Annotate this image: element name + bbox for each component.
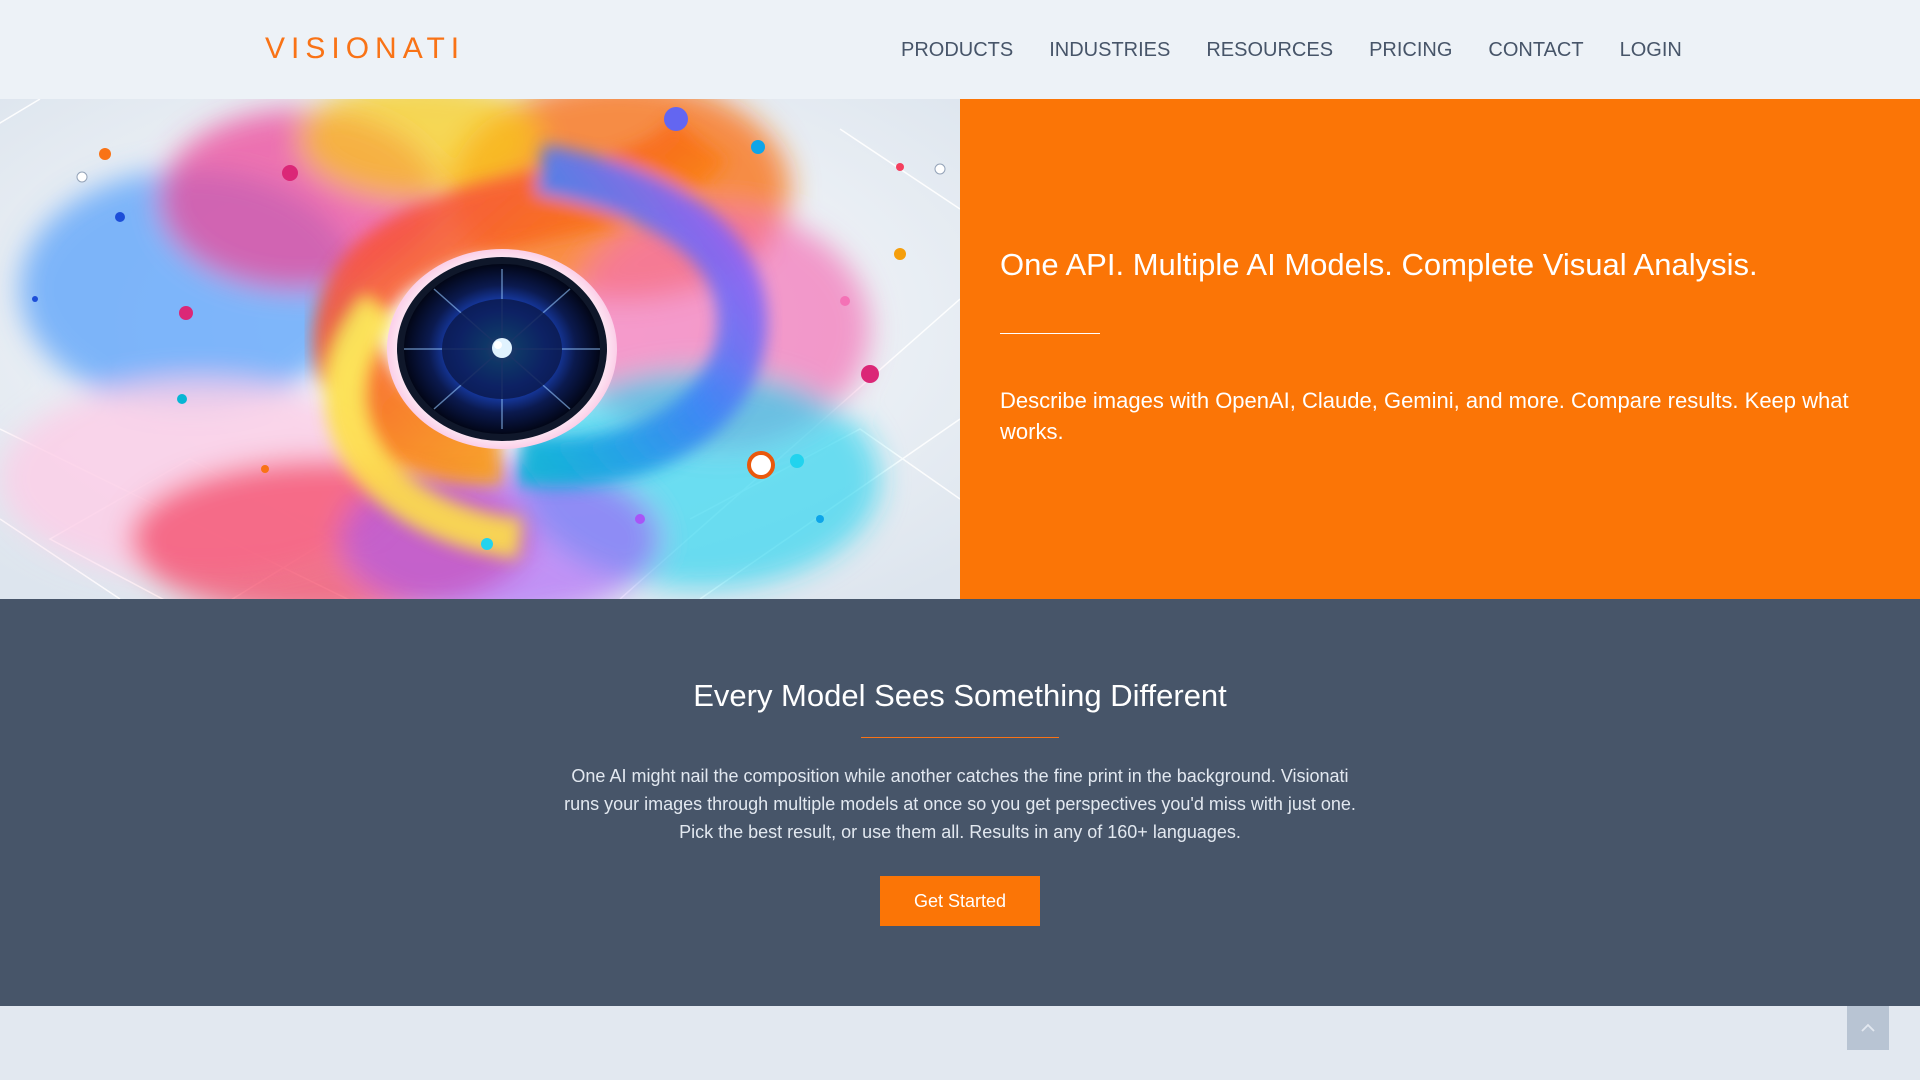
nav-item-industries[interactable]: INDUSTRIES — [1049, 36, 1170, 64]
chevron-up-icon — [1861, 1023, 1875, 1032]
nav-item-contact[interactable]: CONTACT — [1488, 36, 1583, 64]
feature-section: Every Model Sees Something Different One… — [0, 599, 1920, 1006]
hero-description: Describe images with OpenAI, Claude, Gem… — [1000, 388, 1849, 444]
nav-item-products[interactable]: PRODUCTS — [901, 36, 1013, 64]
nav-item-login[interactable]: LOGIN — [1620, 36, 1682, 64]
feature-title: Every Model Sees Something Different — [693, 678, 1227, 713]
hero-section: One API. Multiple AI Models. Complete Vi… — [0, 99, 1920, 599]
ai-eye-artwork — [0, 99, 960, 599]
get-started-button[interactable]: Get Started — [880, 876, 1040, 926]
feature-body: One AI might nail the composition while … — [564, 766, 1356, 842]
bottom-band — [0, 1006, 1920, 1080]
scroll-to-top-button[interactable] — [1847, 1006, 1889, 1050]
brand-logo[interactable]: VISIONATI — [265, 31, 465, 67]
nav-item-pricing[interactable]: PRICING — [1369, 36, 1452, 64]
main-nav: PRODUCTS INDUSTRIES RESOURCES PRICING CO… — [901, 36, 1718, 64]
site-header: VISIONATI PRODUCTS INDUSTRIES RESOURCES … — [0, 0, 1920, 99]
nav-item-resources[interactable]: RESOURCES — [1206, 36, 1333, 64]
hero-title: One API. Multiple AI Models. Complete Vi… — [1000, 247, 1758, 282]
hero-panel: One API. Multiple AI Models. Complete Vi… — [960, 99, 1920, 599]
hero-artwork — [0, 99, 960, 599]
feature-divider — [861, 737, 1059, 738]
hero-divider — [1000, 333, 1100, 334]
